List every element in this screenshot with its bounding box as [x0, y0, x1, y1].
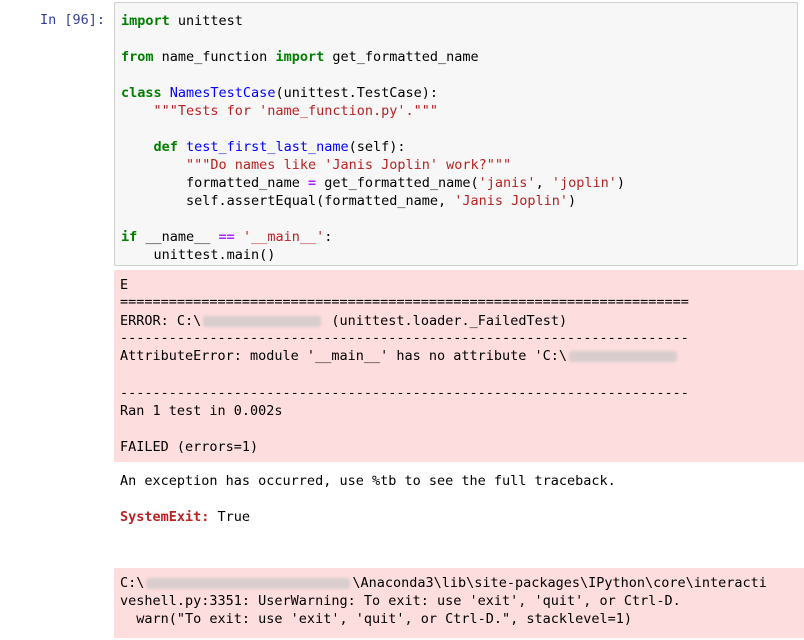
warning-output: C:\ \Anaconda3\lib\site-packages\IPython\… — [114, 568, 804, 638]
stderr-line: ERROR: C:\ (unittest.loader._FailedTest) — [120, 312, 567, 330]
stderr-line: AttributeError: module '__main__' has no… — [120, 347, 679, 365]
stderr-output: E ======================================… — [114, 270, 804, 462]
redacted-path — [569, 350, 678, 362]
stderr-line: ========================================… — [120, 294, 689, 310]
docstring: """Tests for 'name_function.py'.""" — [153, 103, 438, 119]
code-line: """Do names like 'Janis Joplin' work?""" — [121, 156, 511, 174]
stdout-line: SystemExit: True — [120, 508, 250, 526]
stderr-line: E — [120, 277, 129, 293]
operator: == — [218, 229, 235, 245]
keyword: from — [121, 49, 154, 65]
keyword: class — [121, 85, 162, 101]
code-text: name_function — [153, 49, 276, 65]
code-text: self.assertEqual(formatted_name, — [186, 193, 455, 209]
stderr-line: ----------------------------------------… — [120, 330, 689, 346]
keyword: import — [121, 13, 170, 29]
warning-line: warn("To exit: use 'exit', 'quit', or Ct… — [120, 611, 633, 627]
code-text: unittest — [169, 13, 243, 29]
code-text: , — [535, 175, 552, 191]
code-text: : — [324, 229, 333, 245]
stdout-output: An exception has occurred, use %tb to se… — [114, 466, 804, 566]
code-line: class NamesTestCase(unittest.TestCase): — [121, 84, 438, 102]
code-line: self.assertEqual(formatted_name, 'Janis … — [121, 192, 576, 210]
code-line: formatted_name = get_formatted_name('jan… — [121, 174, 625, 192]
cell-prompt: In [96]: — [40, 12, 106, 28]
warning-text: C:\ — [120, 575, 145, 591]
code-text: unittest.main() — [153, 247, 276, 263]
keyword: if — [121, 229, 138, 245]
stderr-text: (unittest.loader._FailedTest) — [323, 313, 568, 329]
exception-value: True — [209, 509, 251, 525]
function-name: test_first_last_name — [186, 139, 349, 155]
keyword: def — [153, 139, 178, 155]
exception-name: SystemExit: — [120, 509, 210, 525]
code-text: get_formatted_name( — [316, 175, 479, 191]
keyword: import — [275, 49, 325, 65]
code-text: get_formatted_name — [324, 49, 479, 65]
code-cell-input[interactable]: import unittest from name_function impor… — [114, 2, 798, 266]
code-text: (unittest.TestCase): — [275, 85, 439, 101]
stderr-line: Ran 1 test in 0.002s — [120, 403, 283, 419]
code-line: def test_first_last_name(self): — [121, 138, 406, 156]
redacted-path — [146, 577, 351, 589]
class-name: NamesTestCase — [169, 85, 276, 101]
code-text: __name__ — [137, 229, 219, 245]
warning-line: veshell.py:3351: UserWarning: To exit: u… — [120, 593, 681, 609]
stderr-text: AttributeError: module '__main__' has no… — [120, 348, 568, 364]
operator: = — [307, 175, 317, 191]
warning-line: C:\ \Anaconda3\lib\site-packages\IPython\… — [120, 574, 767, 592]
docstring: """Do names like 'Janis Joplin' work?""" — [186, 157, 512, 173]
stderr-text: ERROR: C:\ — [120, 313, 202, 329]
code-line: unittest.main() — [121, 246, 276, 264]
code-text: formatted_name — [186, 175, 308, 191]
code-text: ) — [616, 175, 625, 191]
code-line: if __name__ == '__main__': — [121, 228, 332, 246]
stdout-line: An exception has occurred, use %tb to se… — [120, 473, 616, 489]
warning-text: \Anaconda3\lib\site-packages\IPython\cor… — [352, 575, 767, 591]
redacted-path — [203, 315, 322, 327]
code-text: ) — [568, 193, 577, 209]
code-line: """Tests for 'name_function.py'.""" — [121, 102, 438, 120]
string: '__main__' — [242, 229, 325, 245]
code-text: (self): — [348, 139, 406, 155]
string: 'joplin' — [551, 175, 617, 191]
code-line: from name_function import get_formatted_… — [121, 48, 479, 66]
stderr-line: ----------------------------------------… — [120, 385, 689, 401]
string: 'janis' — [478, 175, 536, 191]
string: 'Janis Joplin' — [454, 193, 569, 209]
code-line: import unittest — [121, 12, 243, 30]
stderr-line: FAILED (errors=1) — [120, 439, 259, 455]
